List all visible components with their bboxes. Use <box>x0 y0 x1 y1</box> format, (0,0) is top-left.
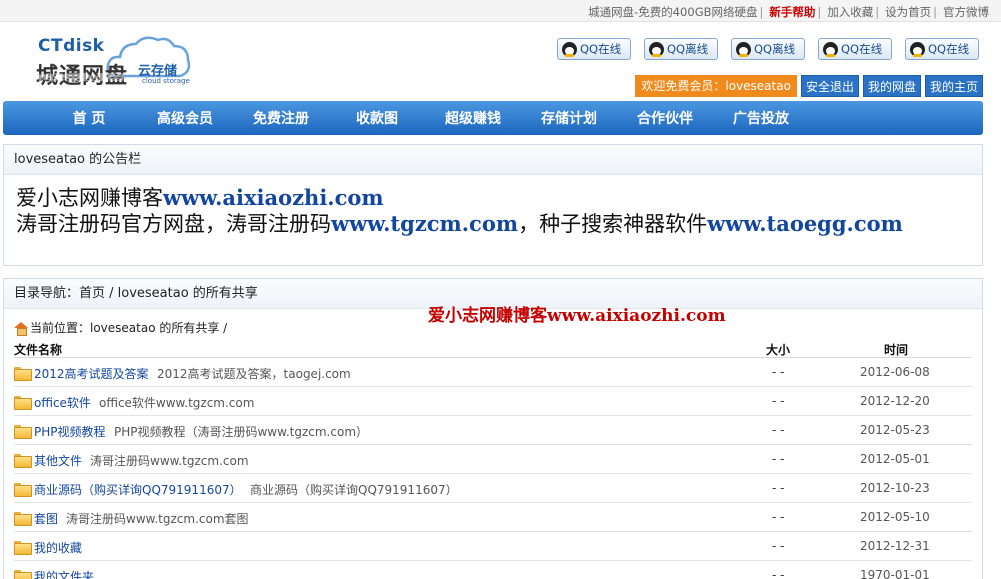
logo-ctdisk-text: CTdisk <box>38 36 105 56</box>
file-time: 2012-12-20 <box>860 394 930 408</box>
folder-icon[interactable] <box>14 367 32 381</box>
file-table-header: 文件名称 大小 时间 <box>14 340 972 358</box>
file-description: 涛哥注册码www.tgzcm.com套图 <box>66 512 249 526</box>
file-size: - - <box>772 481 785 495</box>
notice-line-2: 涛哥注册码官方网盘，涛哥注册码www.tgzcm.com，种子搜索神器软件www… <box>16 211 903 236</box>
nav-item-premium[interactable]: 高级会员 <box>137 108 233 128</box>
file-size: - - <box>772 568 785 579</box>
column-header-size: 大小 <box>766 343 791 357</box>
file-name-link[interactable]: 其他文件 <box>34 452 82 469</box>
qq-button-4[interactable]: QQ在线 <box>818 38 892 60</box>
site-slogan-link[interactable]: 城通网盘-免费的400GB网络硬盘 <box>588 5 757 19</box>
file-time: 2012-06-08 <box>860 365 930 379</box>
qq-contact-buttons: QQ在线 QQ离线 QQ离线 QQ在线 QQ在线 <box>557 38 979 60</box>
notice-link-tgzcm[interactable]: www.tgzcm.com <box>331 211 518 236</box>
notice-board-title: loveseatao 的公告栏 <box>4 145 982 175</box>
logo-cloud-storage-en: cloud storage <box>142 77 190 85</box>
qq-button-3[interactable]: QQ离线 <box>731 38 805 60</box>
file-name-link[interactable]: 我的文件夹 <box>34 568 94 579</box>
set-homepage-link[interactable]: 设为首页 <box>885 5 931 19</box>
file-name-link[interactable]: 商业源码（购买详询QQ791911607） <box>34 481 242 498</box>
notice-link-aixiaozhi[interactable]: www.aixiaozhi.com <box>163 185 384 210</box>
notice-line-1: 爱小志网赚博客www.aixiaozhi.com <box>16 185 384 210</box>
current-location: 当前位置：loveseatao 的所有共享 / <box>14 319 227 336</box>
qq-button-2[interactable]: QQ离线 <box>644 38 718 60</box>
my-homepage-button[interactable]: 我的主页 <box>924 75 983 97</box>
file-time: 2012-10-23 <box>860 481 930 495</box>
nav-item-earn[interactable]: 超级赚钱 <box>425 108 521 128</box>
file-row: PHP视频教程 PHP视频教程（涛哥注册码www.tgzcm.com） - - 201… <box>14 416 972 445</box>
top-utility-bar: 城通网盘-免费的400GB网络硬盘 | 新手帮助 | 加入收藏 | 设为首页 | 官方微博 <box>0 0 1001 22</box>
file-time: 1970-01-01 <box>860 568 930 579</box>
file-size: - - <box>772 423 785 437</box>
nav-item-ads[interactable]: 广告投放 <box>713 108 809 128</box>
file-name-link[interactable]: 套图 <box>34 510 58 527</box>
nav-item-partners[interactable]: 合作伙伴 <box>617 108 713 128</box>
official-weibo-link[interactable]: 官方微博 <box>943 5 989 19</box>
main-nav: 首 页 高级会员 免费注册 收款图 超级赚钱 存储计划 合作伙伴 广告投放 <box>3 101 983 135</box>
file-row: 我的文件夹 - - 1970-01-01 <box>14 561 972 579</box>
file-size: - - <box>772 539 785 553</box>
qq-penguin-icon <box>910 41 925 57</box>
notice-board-body: 爱小志网赚博客www.aixiaozhi.com 涛哥注册码官方网盘，涛哥注册码… <box>4 175 982 237</box>
qq-penguin-icon <box>823 41 838 57</box>
file-row: 其他文件 涛哥注册码www.tgzcm.com - - 2012-05-01 <box>14 445 972 474</box>
top-links: 城通网盘-免费的400GB网络硬盘 | 新手帮助 | 加入收藏 | 设为首页 | 官方微博 <box>588 5 989 19</box>
notice-board: loveseatao 的公告栏 爱小志网赚博客www.aixiaozhi.com… <box>3 144 983 266</box>
file-time: 2012-12-31 <box>860 539 930 553</box>
newbie-help-link[interactable]: 新手帮助 <box>769 5 815 19</box>
file-size: - - <box>772 452 785 466</box>
file-name-link[interactable]: 2012高考试题及答案 <box>34 365 149 382</box>
file-row: 2012高考试题及答案 2012高考试题及答案，taogej.com - - 2012… <box>14 358 972 387</box>
file-row: office软件 office软件www.tgzcm.com - - 2012-12-… <box>14 387 972 416</box>
column-header-name: 文件名称 <box>14 343 63 357</box>
qq-button-5[interactable]: QQ在线 <box>905 38 979 60</box>
user-bar: 欢迎免费会员：loveseatao 安全退出 我的网盘 我的主页 <box>635 75 983 97</box>
qq-penguin-icon <box>736 41 751 57</box>
file-size: - - <box>772 394 785 408</box>
folder-icon[interactable] <box>14 396 32 410</box>
nav-item-payment[interactable]: 收款图 <box>329 108 425 128</box>
overlay-watermark-text: 爱小志网赚博客www.aixiaozhi.com <box>428 306 726 326</box>
folder-icon[interactable] <box>14 483 32 497</box>
file-time: 2012-05-01 <box>860 452 930 466</box>
file-list: 2012高考试题及答案 2012高考试题及答案，taogej.com - - 2012… <box>14 358 972 579</box>
nav-item-storage-plan[interactable]: 存储计划 <box>521 108 617 128</box>
folder-icon[interactable] <box>14 570 32 579</box>
file-time: 2012-05-10 <box>860 510 930 524</box>
file-description: office软件www.tgzcm.com <box>99 396 255 410</box>
file-description: 涛哥注册码www.tgzcm.com <box>90 454 249 468</box>
folder-icon[interactable] <box>14 512 32 526</box>
file-name-link[interactable]: 我的收藏 <box>34 539 82 556</box>
file-row: 商业源码（购买详询QQ791911607） 商业源码（购买详询QQ79191160… <box>14 474 972 503</box>
my-disk-button[interactable]: 我的网盘 <box>862 75 921 97</box>
file-description: PHP视频教程（涛哥注册码www.tgzcm.com） <box>114 425 369 439</box>
file-time: 2012-05-23 <box>860 423 930 437</box>
logout-button[interactable]: 安全退出 <box>800 75 859 97</box>
file-description: 商业源码（购买详询QQ791911607） <box>250 483 458 497</box>
folder-icon[interactable] <box>14 425 32 439</box>
qq-penguin-icon <box>649 41 664 57</box>
nav-item-register[interactable]: 免费注册 <box>233 108 329 128</box>
folder-icon[interactable] <box>14 454 32 468</box>
nav-item-home[interactable]: 首 页 <box>41 108 137 128</box>
home-icon[interactable] <box>14 321 28 336</box>
qq-button-1[interactable]: QQ在线 <box>557 38 631 60</box>
notice-link-taoegg[interactable]: www.taoegg.com <box>707 211 903 236</box>
file-description: 2012高考试题及答案，taogej.com <box>157 367 351 381</box>
welcome-member-badge[interactable]: 欢迎免费会员：loveseatao <box>635 75 797 97</box>
site-logo[interactable]: CTdisk 城通网盘 云存储 cloud storage 城通网盘 <box>22 28 202 96</box>
file-name-link[interactable]: office软件 <box>34 394 91 411</box>
file-row: 套图 涛哥注册码www.tgzcm.com套图 - - 2012-05-10 <box>14 503 972 532</box>
qq-penguin-icon <box>562 41 577 57</box>
folder-icon[interactable] <box>14 541 32 555</box>
file-size: - - <box>772 365 785 379</box>
logo-reflection: 城通网盘 <box>36 71 129 82</box>
file-row: 我的收藏 - - 2012-12-31 <box>14 532 972 561</box>
column-header-time: 时间 <box>884 343 909 357</box>
file-size: - - <box>772 510 785 524</box>
add-favorite-link[interactable]: 加入收藏 <box>827 5 873 19</box>
file-name-link[interactable]: PHP视频教程 <box>34 423 106 440</box>
